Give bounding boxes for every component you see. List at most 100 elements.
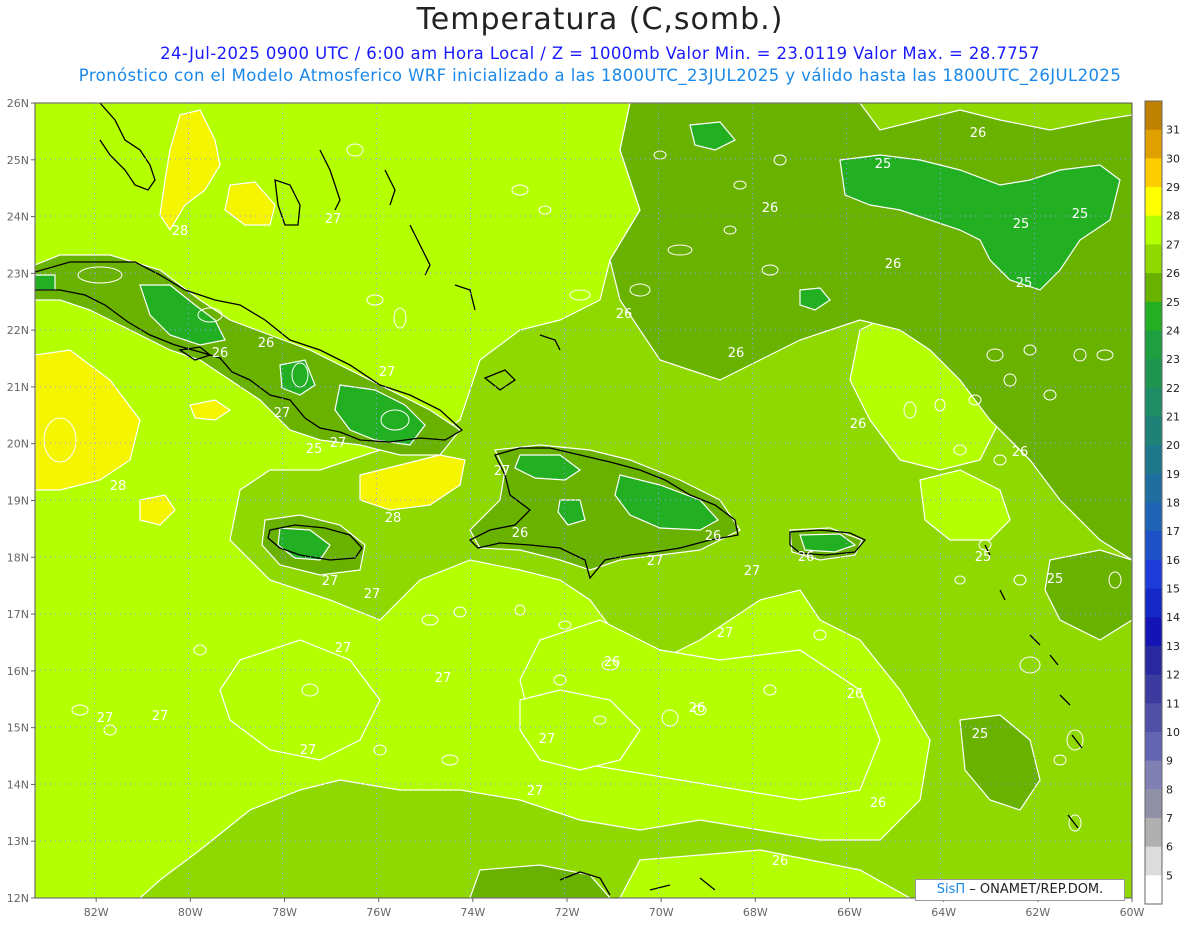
contour-label-27: 27 [97,711,114,726]
colorbar-label-6: 6 [1166,841,1173,854]
colorbar-swatch [1145,760,1162,790]
lon-label-82W: 82W [84,906,109,919]
contour-label-28: 28 [385,511,402,526]
lon-label-78W: 78W [272,906,297,919]
contour-label-27: 27 [364,587,381,602]
lon-label-66W: 66W [837,906,862,919]
contour-label-26: 26 [885,257,902,272]
lon-label-70W: 70W [649,906,674,919]
contour-label-28: 28 [110,479,127,494]
contour-label-27: 27 [647,554,664,569]
contour-label-27: 27 [527,784,544,799]
lat-label-20N: 20N [7,438,29,451]
colorbar-label-30: 30 [1166,152,1180,165]
contour-label-27: 27 [325,212,342,227]
lon-label-72W: 72W [555,906,580,919]
colorbar-swatch [1145,330,1162,360]
colorbar-label-22: 22 [1166,382,1180,395]
colorbar-label-20: 20 [1166,439,1180,452]
contour-label-25: 25 [975,550,992,565]
colorbar-swatch [1145,846,1162,876]
colorbar-label-29: 29 [1166,181,1180,194]
lon-label-80W: 80W [178,906,203,919]
contour-label-27: 27 [322,574,339,589]
lat-label-17N: 17N [7,608,29,621]
contour-label-26: 26 [258,336,275,351]
colorbar-swatch [1145,387,1162,417]
colorbar-label-27: 27 [1166,238,1180,251]
colorbar-label-31: 31 [1166,124,1180,137]
colorbar-swatch [1145,789,1162,819]
colorbar-label-8: 8 [1166,783,1173,796]
lon-label-60W: 60W [1120,906,1145,919]
contour-label-25: 25 [306,442,323,457]
colorbar-swatch [1145,502,1162,532]
contour-label-26: 26 [772,854,789,869]
lat-label-13N: 13N [7,835,29,848]
contour-label-25: 25 [875,157,892,172]
colorbar-swatch [1145,473,1162,503]
lat-label-23N: 23N [7,267,29,280]
colorbar-swatch [1145,215,1162,245]
colorbar-label-18: 18 [1166,497,1180,510]
colorbar-label-13: 13 [1166,640,1180,653]
colorbar-label-26: 26 [1166,267,1180,280]
lat-label-21N: 21N [7,381,29,394]
contour-label-25: 25 [1013,217,1030,232]
contour-label-27: 27 [494,464,511,479]
colorbar-swatch [1145,273,1162,303]
contour-label-25: 25 [1047,572,1064,587]
contour-label-26: 26 [705,529,722,544]
colorbar-swatch [1145,531,1162,561]
contour-label-26: 26 [728,346,745,361]
colorbar-label-10: 10 [1166,726,1180,739]
contour-label-26: 26 [212,346,229,361]
colorbar-swatch [1145,645,1162,676]
lat-label-25N: 25N [7,154,29,167]
lat-label-12N: 12N [7,892,29,905]
lat-label-26N: 26N [7,97,29,110]
contour-label-25: 25 [972,727,989,742]
contour-label-26: 26 [847,687,864,702]
colorbar-label-19: 19 [1166,468,1180,481]
contour-label-27: 27 [330,436,347,451]
lon-label-74W: 74W [460,906,485,919]
colorbar-label-25: 25 [1166,296,1180,309]
colorbar-label-17: 17 [1166,525,1180,538]
colorbar-label-7: 7 [1166,812,1173,825]
lat-label-15N: 15N [7,722,29,735]
contour-label-26: 26 [512,526,529,541]
contour-label-26: 26 [1012,445,1029,460]
lon-label-68W: 68W [743,906,768,919]
contour-label-27: 27 [539,732,556,747]
contour-label-28: 28 [172,224,189,239]
colorbar-label-14: 14 [1166,611,1180,624]
contour-label-27: 27 [379,365,396,380]
contour-label-26: 26 [870,796,887,811]
contour-label-27: 27 [152,709,169,724]
colorbar-swatch [1145,129,1162,159]
contour-label-26: 26 [762,201,779,216]
colorbar-swatch [1145,703,1162,733]
colorbar-swatch [1145,559,1162,590]
colorbar-label-15: 15 [1166,583,1180,596]
colorbar-swatch [1145,674,1162,704]
colorbar-label-21: 21 [1166,410,1180,423]
colorbar-label-28: 28 [1166,210,1180,223]
contour-label-26: 26 [689,701,706,716]
contour-label-27: 27 [435,671,452,686]
lon-label-64W: 64W [931,906,956,919]
colorbar-swatch [1145,416,1162,446]
colorbar-swatch [1145,301,1162,331]
colorbar-swatch [1145,617,1162,647]
contour-label-25: 25 [1016,276,1033,291]
contour-label-26: 26 [970,126,987,141]
lat-label-24N: 24N [7,211,29,224]
colorbar-swatch [1145,244,1162,274]
colorbar-swatch [1145,731,1162,762]
colorbar-label-12: 12 [1166,669,1180,682]
lat-label-22N: 22N [7,324,29,337]
colorbar-swatch [1145,359,1162,389]
sispi-logo-text: SisΠ [936,882,966,897]
contour-label-26: 26 [850,417,867,432]
